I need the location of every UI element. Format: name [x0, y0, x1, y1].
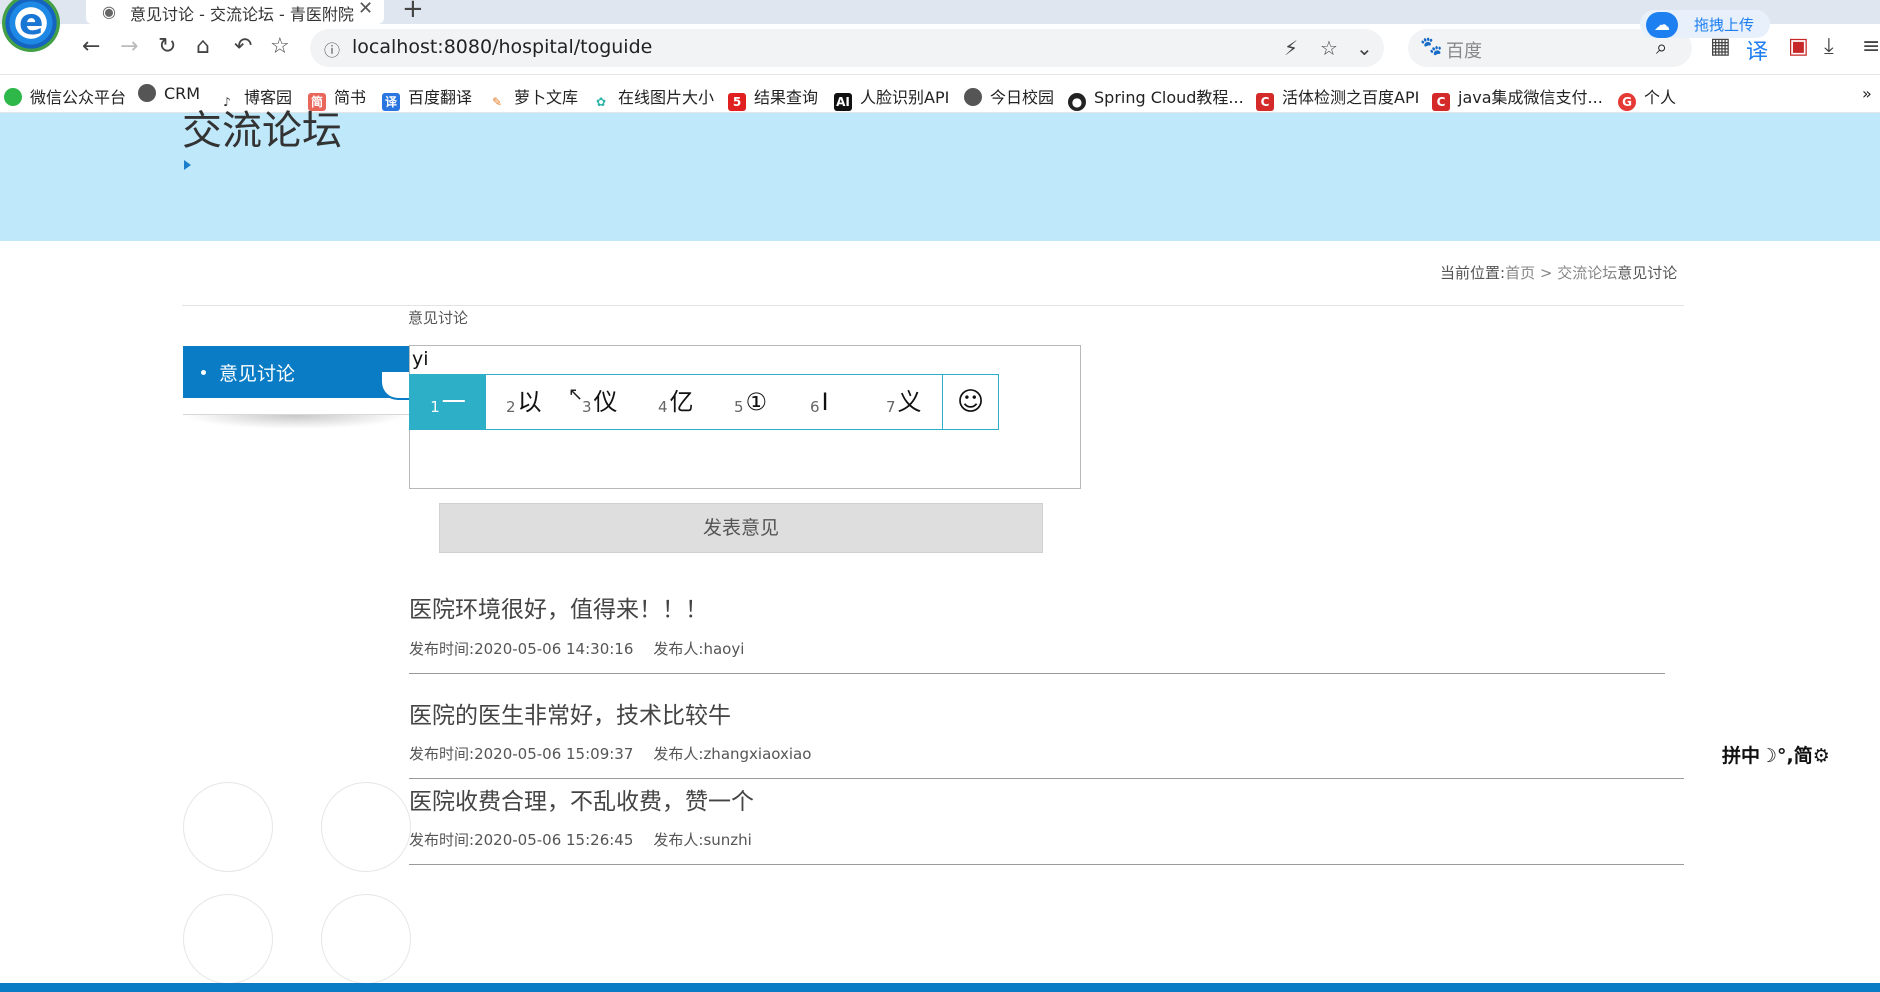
- bookmark-item[interactable]: G 个人: [1618, 84, 1676, 111]
- ime-status-toolbar[interactable]: 拼中☽°,简⚙: [1722, 741, 1880, 769]
- bookmark-item[interactable]: C 活体检测之百度API: [1256, 84, 1419, 111]
- post-title[interactable]: 医院的医生非常好，技术比较牛: [409, 696, 731, 730]
- bookmark-item[interactable]: 今日校园: [964, 84, 1054, 108]
- sidebar-item-discussion[interactable]: 意见讨论: [183, 346, 409, 398]
- home-icon[interactable]: ⌂: [196, 34, 210, 59]
- ime-candidate[interactable]: 2以: [506, 375, 542, 429]
- bookmark-item[interactable]: Cjava集成微信支付...: [1432, 84, 1603, 111]
- search-icon[interactable]: ⌕: [1656, 35, 1667, 59]
- bookmark-item[interactable]: ✎ 萝卜文库: [488, 84, 578, 111]
- globe-icon: [964, 88, 982, 106]
- breadcrumb-prefix: 当前位置:: [1440, 264, 1506, 282]
- caret-right-icon: [184, 160, 191, 170]
- personal-icon: G: [1618, 93, 1636, 111]
- back-icon[interactable]: ←: [82, 34, 100, 59]
- bookmark-item[interactable]: 5 结果查询: [728, 84, 818, 111]
- reload-icon[interactable]: ↻: [158, 34, 176, 59]
- new-tab-button[interactable]: +: [402, 0, 424, 24]
- page-title: 交流论坛: [182, 108, 342, 154]
- post-title[interactable]: 医院环境很好，值得来！！！: [409, 590, 708, 624]
- menu-icon[interactable]: ≡: [1862, 34, 1880, 59]
- csdn-icon: C: [1256, 93, 1274, 111]
- tab-title: 意见讨论 - 交流论坛 - 青医附院: [130, 5, 354, 24]
- search-placeholder: 百度: [1446, 41, 1482, 62]
- bookmark-item[interactable]: 译百度翻译: [382, 84, 472, 111]
- bullet-icon: [201, 370, 206, 375]
- upload-button[interactable]: ☁ 拖拽上传: [1640, 10, 1770, 38]
- result-icon: 5: [728, 93, 746, 111]
- bookmark-item[interactable]: 微信公众平台: [4, 84, 126, 108]
- ime-candidate[interactable]: 6Ⅰ: [810, 375, 829, 429]
- ai-icon: AI: [834, 93, 852, 111]
- sidebar-item-label: 意见讨论: [219, 363, 296, 385]
- decorative-circle: [183, 894, 273, 984]
- post-meta: 发布时间:2020-05-06 15:09:37 发布人:zhangxiaoxia…: [409, 745, 812, 763]
- ime-candidate[interactable]: 5①: [734, 375, 767, 429]
- ime-candidate[interactable]: 1一: [410, 375, 486, 429]
- ime-candidate[interactable]: 3仪: [582, 375, 618, 429]
- github-icon: ●: [1068, 93, 1086, 111]
- close-icon[interactable]: ✕: [358, 0, 373, 19]
- post-meta: 发布时间:2020-05-06 15:26:45 发布人:sunzhi: [409, 831, 752, 849]
- address-bar[interactable]: ⓘ localhost:8080/hospital/toguide ⚡ ☆ ⌄: [310, 29, 1384, 67]
- browser-tab[interactable]: ◉ 意见讨论 - 交流论坛 - 青医附院 ✕: [86, 0, 384, 24]
- ime-candidate[interactable]: 7义: [886, 375, 922, 429]
- smiley-icon[interactable]: ☺: [942, 375, 998, 429]
- mouse-cursor-icon: ↖: [568, 384, 584, 405]
- translate-icon: 译: [382, 93, 400, 111]
- breadcrumb-separator: >: [1535, 264, 1558, 282]
- info-icon[interactable]: ⓘ: [324, 37, 340, 61]
- page-footer: [0, 983, 1880, 992]
- divider: [409, 673, 1665, 674]
- decorative-circle: [183, 782, 273, 872]
- bookmarks-more-button[interactable]: »: [1862, 84, 1872, 103]
- undo-icon[interactable]: ↶: [234, 34, 252, 59]
- breadcrumb-current: 意见讨论: [1617, 264, 1678, 282]
- bookmark-item[interactable]: ✿ 在线图片大小: [592, 84, 714, 111]
- globe-icon: [138, 84, 156, 102]
- decorative-circle: [321, 894, 411, 984]
- bookmark-item[interactable]: AI 人脸识别API: [834, 84, 949, 111]
- forward-icon[interactable]: →: [120, 34, 138, 59]
- breadcrumb: 当前位置:首页 > 交流论坛意见讨论: [1440, 262, 1677, 283]
- wechat-icon: [4, 88, 22, 106]
- gear-icon: ✿: [592, 93, 610, 111]
- baidu-icon: 🐾: [1420, 36, 1443, 57]
- bookmark-item[interactable]: ● Spring Cloud教程...: [1068, 84, 1244, 111]
- ime-candidate[interactable]: 4亿: [658, 375, 694, 429]
- carrot-icon: ✎: [488, 93, 506, 111]
- globe-icon: ◉: [102, 2, 116, 21]
- section-label: 意见讨论: [408, 309, 469, 327]
- chevron-down-icon[interactable]: ⌄: [1356, 36, 1373, 60]
- typed-text: yi: [412, 348, 429, 370]
- breadcrumb-home-link[interactable]: 首页: [1505, 264, 1535, 282]
- pdf-icon[interactable]: ▣: [1788, 34, 1809, 59]
- decorative-circle: [321, 782, 411, 872]
- favorite-star-icon[interactable]: ☆: [270, 34, 290, 59]
- post-meta: 发布时间:2020-05-06 14:30:16 发布人:haoyi: [409, 640, 745, 658]
- translate-icon[interactable]: 译: [1746, 34, 1768, 66]
- lightning-icon[interactable]: ⚡: [1284, 36, 1298, 60]
- download-icon[interactable]: ⤓: [1824, 34, 1834, 59]
- csdn-icon: C: [1432, 93, 1450, 111]
- divider: [182, 305, 1684, 306]
- post-title[interactable]: 医院收费合理，不乱收费，赞一个: [409, 782, 754, 816]
- bookmark-star-icon[interactable]: ☆: [1320, 36, 1338, 60]
- cloud-icon: ☁: [1646, 12, 1678, 38]
- submit-opinion-button[interactable]: 发表意见: [439, 503, 1043, 553]
- url-text: localhost:8080/hospital/toguide: [352, 36, 653, 58]
- ime-candidate-bar: 1一 2以 3仪 4亿 5① 6Ⅰ 7义 ☺: [409, 374, 999, 430]
- divider: [409, 778, 1684, 779]
- sidebar-shadow: [183, 415, 409, 429]
- divider: [409, 864, 1684, 865]
- breadcrumb-forum-link[interactable]: 交流论坛: [1557, 264, 1617, 282]
- upload-label: 拖拽上传: [1694, 16, 1755, 34]
